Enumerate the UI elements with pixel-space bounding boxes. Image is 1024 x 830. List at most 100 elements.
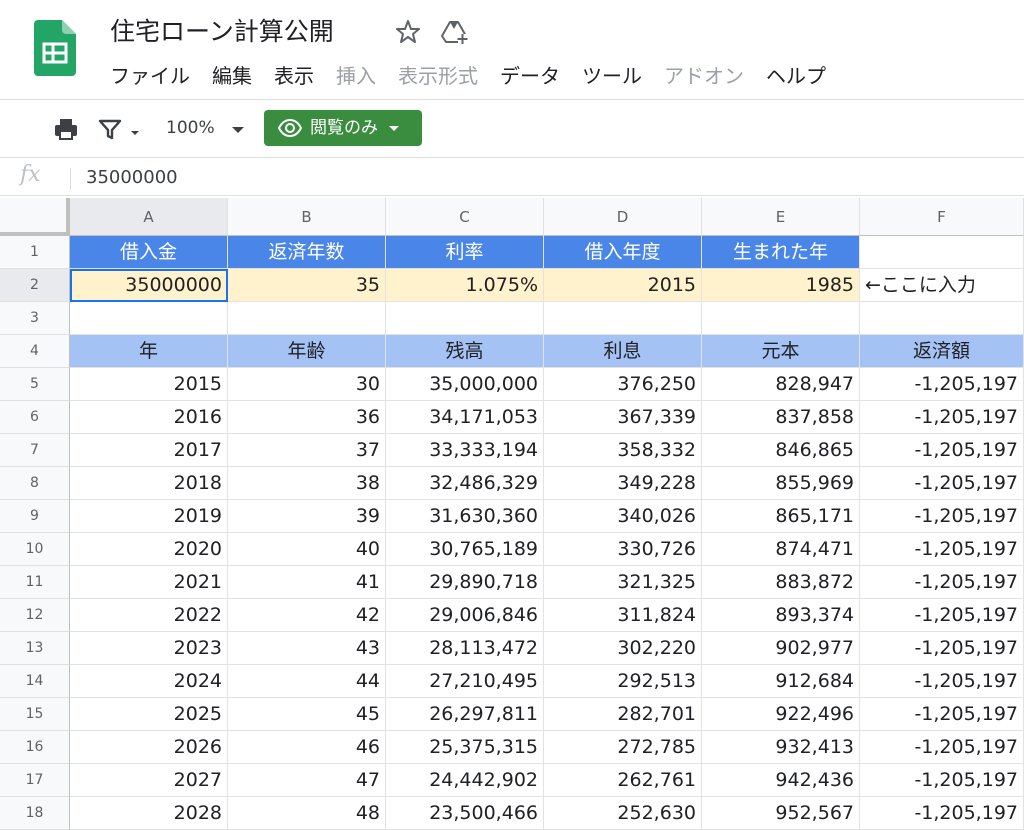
- table-cell[interactable]: 311,824: [544, 599, 702, 632]
- menu-item[interactable]: ツール: [582, 60, 642, 92]
- table-cell[interactable]: 942,436: [702, 764, 860, 797]
- table-cell[interactable]: 24,442,902: [386, 764, 544, 797]
- table-cell[interactable]: 330,726: [544, 533, 702, 566]
- row-header[interactable]: 12: [0, 599, 70, 632]
- table-cell[interactable]: 28,113,472: [386, 632, 544, 665]
- row-header[interactable]: 18: [0, 797, 70, 830]
- table-cell[interactable]: 27,210,495: [386, 665, 544, 698]
- table-cell[interactable]: 26,297,811: [386, 698, 544, 731]
- table-cell[interactable]: 912,684: [702, 665, 860, 698]
- menu-item[interactable]: 表示: [274, 60, 314, 92]
- table-cell[interactable]: -1,205,197: [860, 401, 1024, 434]
- table-cell[interactable]: 252,630: [544, 797, 702, 830]
- menu-item[interactable]: 編集: [212, 60, 252, 92]
- input-header-cell[interactable]: 生まれた年: [702, 236, 860, 269]
- column-header-a[interactable]: A: [70, 198, 228, 236]
- row-header[interactable]: 9: [0, 500, 70, 533]
- zoom-dropdown-icon[interactable]: [228, 115, 248, 143]
- table-cell[interactable]: 2020: [70, 533, 228, 566]
- table-cell[interactable]: 25,375,315: [386, 731, 544, 764]
- cell[interactable]: [544, 302, 702, 335]
- column-header-b[interactable]: B: [228, 198, 386, 236]
- row-header[interactable]: 10: [0, 533, 70, 566]
- table-cell[interactable]: 46: [228, 731, 386, 764]
- row-header[interactable]: 8: [0, 467, 70, 500]
- menu-item[interactable]: ファイル: [110, 60, 190, 92]
- table-cell[interactable]: 376,250: [544, 368, 702, 401]
- menu-item[interactable]: 挿入: [336, 60, 376, 92]
- cell[interactable]: [386, 302, 544, 335]
- document-title[interactable]: 住宅ローン計算公開: [110, 14, 334, 50]
- table-cell[interactable]: 922,496: [702, 698, 860, 731]
- table-cell[interactable]: -1,205,197: [860, 632, 1024, 665]
- table-cell[interactable]: -1,205,197: [860, 467, 1024, 500]
- input-value-cell[interactable]: 35: [228, 269, 386, 302]
- input-header-cell[interactable]: 返済年数: [228, 236, 386, 269]
- cell[interactable]: [702, 302, 860, 335]
- cell[interactable]: [860, 236, 1024, 269]
- table-cell[interactable]: 349,228: [544, 467, 702, 500]
- table-cell[interactable]: 31,630,360: [386, 500, 544, 533]
- row-header[interactable]: 17: [0, 764, 70, 797]
- row-header[interactable]: 14: [0, 665, 70, 698]
- table-cell[interactable]: 358,332: [544, 434, 702, 467]
- table-cell[interactable]: -1,205,197: [860, 566, 1024, 599]
- table-cell[interactable]: 902,977: [702, 632, 860, 665]
- table-cell[interactable]: 30: [228, 368, 386, 401]
- table-cell[interactable]: 855,969: [702, 467, 860, 500]
- table-cell[interactable]: 41: [228, 566, 386, 599]
- row-header[interactable]: 2: [0, 269, 70, 302]
- input-value-cell[interactable]: 1985: [702, 269, 860, 302]
- table-cell[interactable]: 2018: [70, 467, 228, 500]
- table-cell[interactable]: 2026: [70, 731, 228, 764]
- row-header[interactable]: 13: [0, 632, 70, 665]
- input-note-cell[interactable]: ←ここに入力: [860, 269, 1024, 302]
- table-cell[interactable]: -1,205,197: [860, 434, 1024, 467]
- table-cell[interactable]: 340,026: [544, 500, 702, 533]
- menu-item[interactable]: アドオン: [664, 60, 744, 92]
- input-value-cell[interactable]: 2015: [544, 269, 702, 302]
- formula-input[interactable]: 35000000: [86, 166, 178, 190]
- input-header-cell[interactable]: 借入年度: [544, 236, 702, 269]
- zoom-select[interactable]: 100%: [166, 116, 215, 140]
- table-cell[interactable]: 45: [228, 698, 386, 731]
- table-cell[interactable]: 932,413: [702, 731, 860, 764]
- table-cell[interactable]: 367,339: [544, 401, 702, 434]
- star-icon[interactable]: [394, 18, 422, 46]
- table-cell[interactable]: -1,205,197: [860, 368, 1024, 401]
- row-header[interactable]: 3: [0, 302, 70, 335]
- row-header[interactable]: 16: [0, 731, 70, 764]
- cell[interactable]: [70, 302, 228, 335]
- table-cell[interactable]: 874,471: [702, 533, 860, 566]
- table-cell[interactable]: 33,333,194: [386, 434, 544, 467]
- table-cell[interactable]: 2016: [70, 401, 228, 434]
- row-header[interactable]: 5: [0, 368, 70, 401]
- table-cell[interactable]: 48: [228, 797, 386, 830]
- table-cell[interactable]: -1,205,197: [860, 665, 1024, 698]
- column-header-c[interactable]: C: [386, 198, 544, 236]
- table-cell[interactable]: 272,785: [544, 731, 702, 764]
- table-cell[interactable]: 43: [228, 632, 386, 665]
- row-header[interactable]: 7: [0, 434, 70, 467]
- table-cell[interactable]: 2019: [70, 500, 228, 533]
- table-cell[interactable]: 2025: [70, 698, 228, 731]
- column-header-e[interactable]: E: [702, 198, 860, 236]
- table-cell[interactable]: 37: [228, 434, 386, 467]
- table-cell[interactable]: -1,205,197: [860, 599, 1024, 632]
- cell[interactable]: [860, 302, 1024, 335]
- filter-icon[interactable]: [96, 115, 124, 143]
- table-cell[interactable]: 30,765,189: [386, 533, 544, 566]
- table-cell[interactable]: 828,947: [702, 368, 860, 401]
- row-header[interactable]: 6: [0, 401, 70, 434]
- row-header[interactable]: 1: [0, 236, 70, 269]
- table-header-cell[interactable]: 返済額: [860, 335, 1024, 368]
- table-cell[interactable]: 23,500,466: [386, 797, 544, 830]
- table-cell[interactable]: 47: [228, 764, 386, 797]
- table-cell[interactable]: -1,205,197: [860, 764, 1024, 797]
- table-cell[interactable]: 35,000,000: [386, 368, 544, 401]
- table-cell[interactable]: 2015: [70, 368, 228, 401]
- table-cell[interactable]: -1,205,197: [860, 533, 1024, 566]
- table-cell[interactable]: 2023: [70, 632, 228, 665]
- row-header[interactable]: 4: [0, 335, 70, 368]
- table-cell[interactable]: 34,171,053: [386, 401, 544, 434]
